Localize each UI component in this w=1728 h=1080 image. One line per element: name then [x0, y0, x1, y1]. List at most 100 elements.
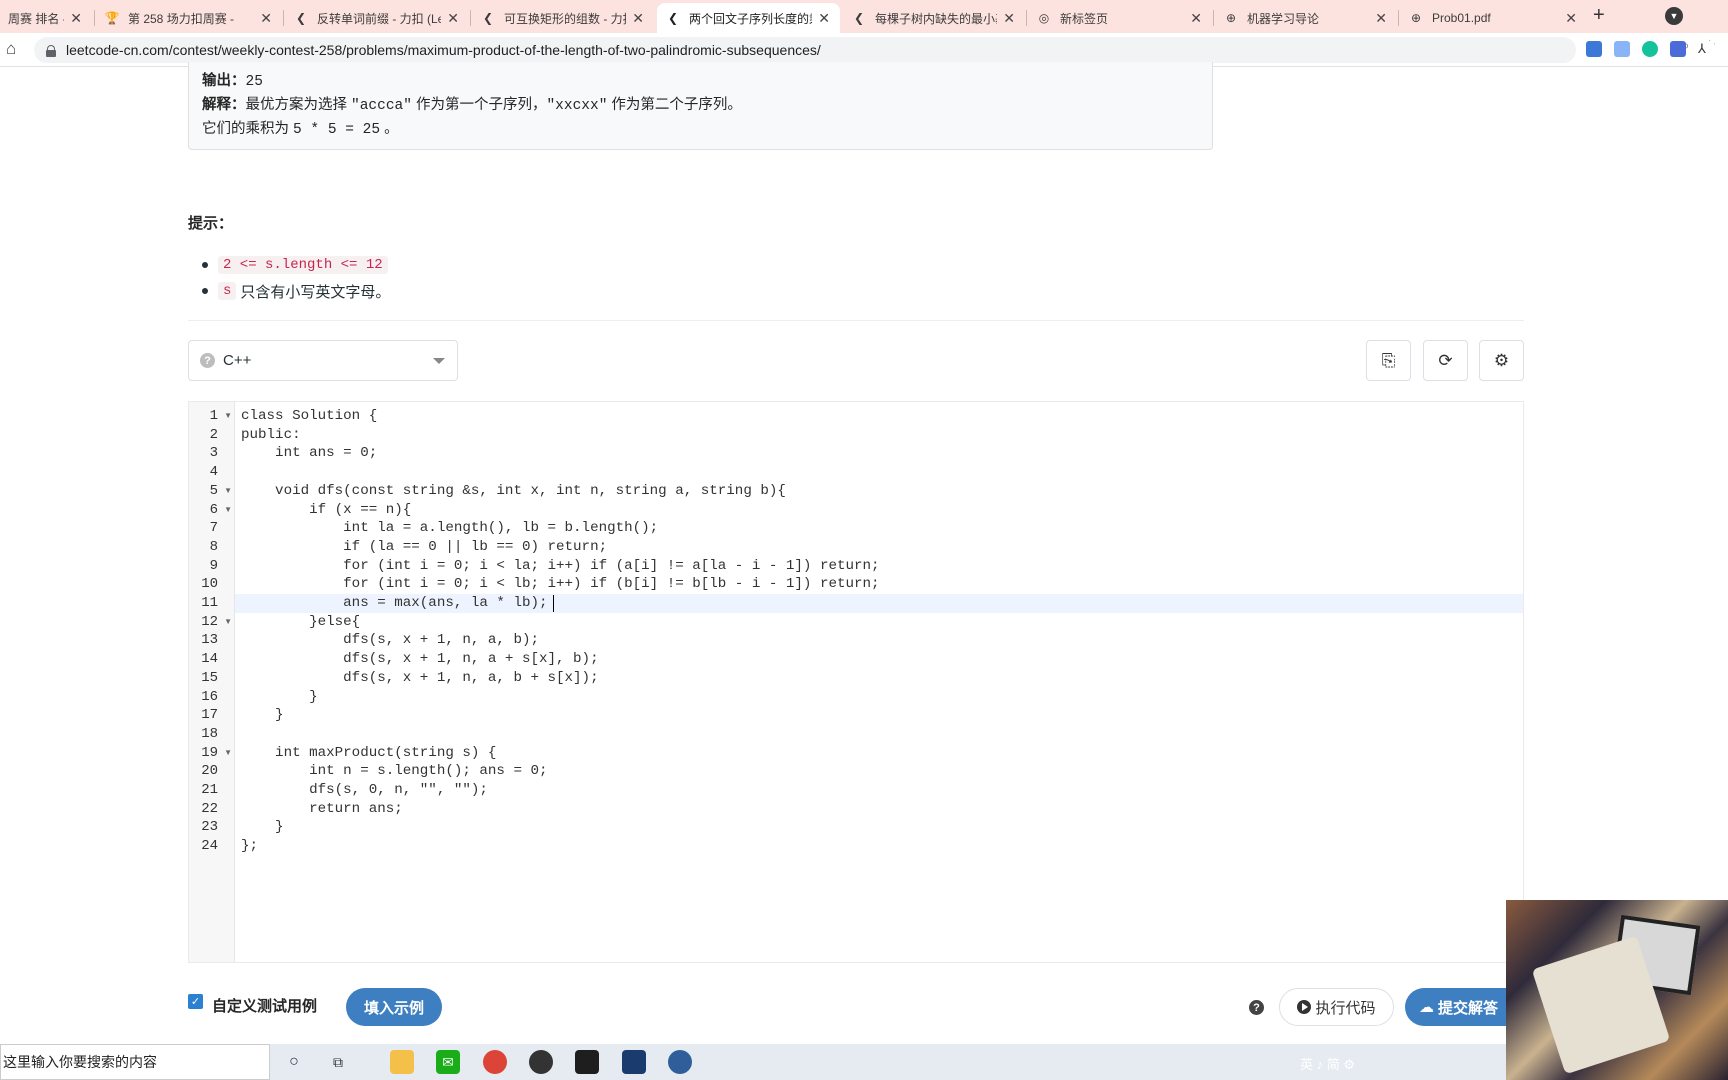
close-icon[interactable]: ✕	[818, 10, 830, 27]
line-number: 11	[201, 595, 218, 611]
graduation-cap-icon[interactable]	[1670, 41, 1686, 57]
cortana-icon[interactable]: ○	[282, 1050, 306, 1074]
task-view-icon[interactable]: ⧉	[326, 1050, 350, 1074]
code-template-button[interactable]: ⎘	[1366, 340, 1411, 381]
code-line[interactable]: dfs(s, x + 1, n, a, b);	[235, 631, 1523, 650]
code-line[interactable]: return ans;	[235, 800, 1523, 819]
code-line-text: }	[241, 707, 284, 724]
code-area[interactable]: class Solution { public: int ans = 0; voi…	[235, 402, 1523, 962]
language-select[interactable]: ? C++	[188, 340, 458, 381]
fold-toggle-icon[interactable]: ▼	[224, 501, 232, 520]
app-icon[interactable]	[668, 1050, 692, 1074]
code-line[interactable]: }else{	[235, 613, 1523, 632]
leetcode-icon: ❮	[667, 11, 679, 25]
browser-tab[interactable]: ❮ 两个回文子序列长度的乘 ✕	[657, 3, 840, 33]
file-explorer-icon[interactable]	[390, 1050, 414, 1074]
custom-testcase-label[interactable]: 自定义测试用例	[212, 995, 317, 1016]
code-line[interactable]: class Solution {	[235, 407, 1523, 426]
home-icon[interactable]: ⌂	[6, 39, 16, 59]
ide-icon[interactable]	[622, 1050, 646, 1074]
tab-separator	[1213, 10, 1214, 26]
translate-icon[interactable]: ⅄	[1698, 41, 1714, 57]
code-line[interactable]: }	[235, 706, 1523, 725]
reset-code-button[interactable]: ⟳	[1423, 340, 1468, 381]
code-line[interactable]: int ans = 0;	[235, 444, 1523, 463]
wechat-icon[interactable]: ✉	[436, 1050, 460, 1074]
line-number: 17	[201, 707, 218, 724]
lock-icon[interactable]	[46, 44, 56, 57]
code-line[interactable]: int n = s.length(); ans = 0;	[235, 762, 1523, 781]
chrome-icon: ◎	[1038, 11, 1050, 25]
refresh-icon: ⟳	[1438, 350, 1453, 370]
code-line[interactable]: dfs(s, 0, n, "", "");	[235, 781, 1523, 800]
obs-icon[interactable]	[529, 1050, 553, 1074]
close-icon[interactable]: ✕	[1190, 10, 1202, 27]
grammarly-icon[interactable]	[1642, 41, 1658, 57]
language-value: C++	[223, 352, 252, 369]
browser-tab[interactable]: 🏆 第 258 场力扣周赛 - ✕	[96, 3, 282, 33]
chrome-icon[interactable]	[483, 1050, 507, 1074]
code-line[interactable]: for (int i = 0; i < lb; i++) if (b[i] !=…	[235, 575, 1523, 594]
code-line[interactable]: if (x == n){	[235, 501, 1523, 520]
close-icon[interactable]: ✕	[70, 10, 82, 27]
help-circle-icon: ?	[200, 353, 215, 368]
fill-example-button[interactable]: 填入示例	[346, 988, 442, 1026]
browser-tab[interactable]: ❮ 可互换矩形的组数 - 力扣 ✕	[472, 3, 654, 33]
line-number: 13	[201, 632, 218, 649]
code-line[interactable]: int la = a.length(), lb = b.length();	[235, 519, 1523, 538]
new-tab-button[interactable]: +	[1593, 4, 1605, 27]
chevron-down-icon	[433, 358, 445, 364]
close-icon[interactable]: ✕	[447, 10, 459, 27]
close-icon[interactable]: ✕	[260, 10, 272, 27]
code-line[interactable]: };	[235, 837, 1523, 856]
fold-toggle-icon[interactable]: ▼	[224, 613, 232, 632]
browser-tab[interactable]: 周赛 排名 - 力扣 ✕	[0, 3, 92, 33]
code-line[interactable]	[235, 463, 1523, 482]
browser-tab[interactable]: ⊕ 机器学习导论 ✕	[1215, 3, 1397, 33]
taskbar: 这里输入你要搜索的内容 ○ ⧉ ✉ 英 ♪ 简 ⚙	[0, 1044, 1506, 1080]
close-icon[interactable]: ✕	[632, 10, 644, 27]
browser-tab[interactable]: ⊕ Prob01.pdf ✕	[1400, 3, 1587, 33]
leetcode-icon: ❮	[853, 11, 865, 25]
close-icon[interactable]: ✕	[1003, 10, 1015, 27]
extension-icon[interactable]	[1586, 41, 1602, 57]
line-number: 23	[201, 819, 218, 836]
gear-icon: ⚙	[1493, 350, 1510, 370]
code-editor[interactable]: 1 ▼ 2 3 4 5 ▼ 6 ▼ 7 8 9 10 11 12 ▼ 13 14 15 16 17 18 19 ▼ 20 21 22…	[188, 401, 1524, 963]
close-icon[interactable]: ✕	[1565, 10, 1577, 27]
code-line[interactable]: void dfs(const string &s, int x, int n, …	[235, 482, 1523, 501]
url-text[interactable]: leetcode-cn.com/contest/weekly-contest-2…	[66, 42, 821, 58]
code-line[interactable]	[235, 725, 1523, 744]
code-line[interactable]: int maxProduct(string s) {	[235, 744, 1523, 763]
code-line-text: class Solution {	[241, 408, 378, 424]
code-line[interactable]: ans = max(ans, la * lb);	[235, 594, 1523, 613]
tab-title: 第 258 场力扣周赛 -	[128, 11, 235, 26]
fold-toggle-icon[interactable]: ▼	[224, 407, 232, 426]
fold-toggle-icon[interactable]: ▼	[224, 744, 232, 763]
code-line[interactable]: dfs(s, x + 1, n, a + s[x], b);	[235, 650, 1523, 669]
fold-toggle-icon[interactable]: ▼	[224, 482, 232, 501]
taskbar-search-input[interactable]: 这里输入你要搜索的内容	[0, 1044, 270, 1080]
system-tray[interactable]: 英 ♪ 简 ⚙	[1300, 1054, 1355, 1073]
code-line[interactable]: public:	[235, 426, 1523, 445]
code-line-text: }	[241, 819, 284, 836]
help-icon[interactable]: ?	[1249, 1000, 1264, 1015]
line-number: 9	[209, 557, 218, 574]
code-line[interactable]: }	[235, 688, 1523, 707]
custom-testcase-checkbox[interactable]: ✓	[188, 994, 203, 1009]
browser-tab[interactable]: ❮ 每棵子树内缺失的最小基 ✕	[843, 3, 1025, 33]
tab-search-icon[interactable]: ▼	[1665, 7, 1683, 25]
editor-settings-button[interactable]: ⚙	[1479, 340, 1524, 381]
address-bar[interactable]: leetcode-cn.com/contest/weekly-contest-2…	[34, 37, 1576, 63]
code-line[interactable]: }	[235, 818, 1523, 837]
terminal-icon[interactable]	[575, 1050, 599, 1074]
close-icon[interactable]: ✕	[1375, 10, 1387, 27]
code-line[interactable]: if (la == 0 || lb == 0) return;	[235, 538, 1523, 557]
file-code-icon: ⎘	[1381, 350, 1396, 370]
code-line[interactable]: dfs(s, x + 1, n, a, b + s[x]);	[235, 669, 1523, 688]
run-code-button[interactable]: 执行代码	[1279, 988, 1394, 1026]
browser-tab[interactable]: ❮ 反转单词前缀 - 力扣 (Lee ✕	[285, 3, 469, 33]
document-extension-icon[interactable]	[1614, 41, 1630, 57]
browser-tab[interactable]: ◎ 新标签页 ✕	[1028, 3, 1212, 33]
code-line[interactable]: for (int i = 0; i < la; i++) if (a[i] !=…	[235, 557, 1523, 576]
